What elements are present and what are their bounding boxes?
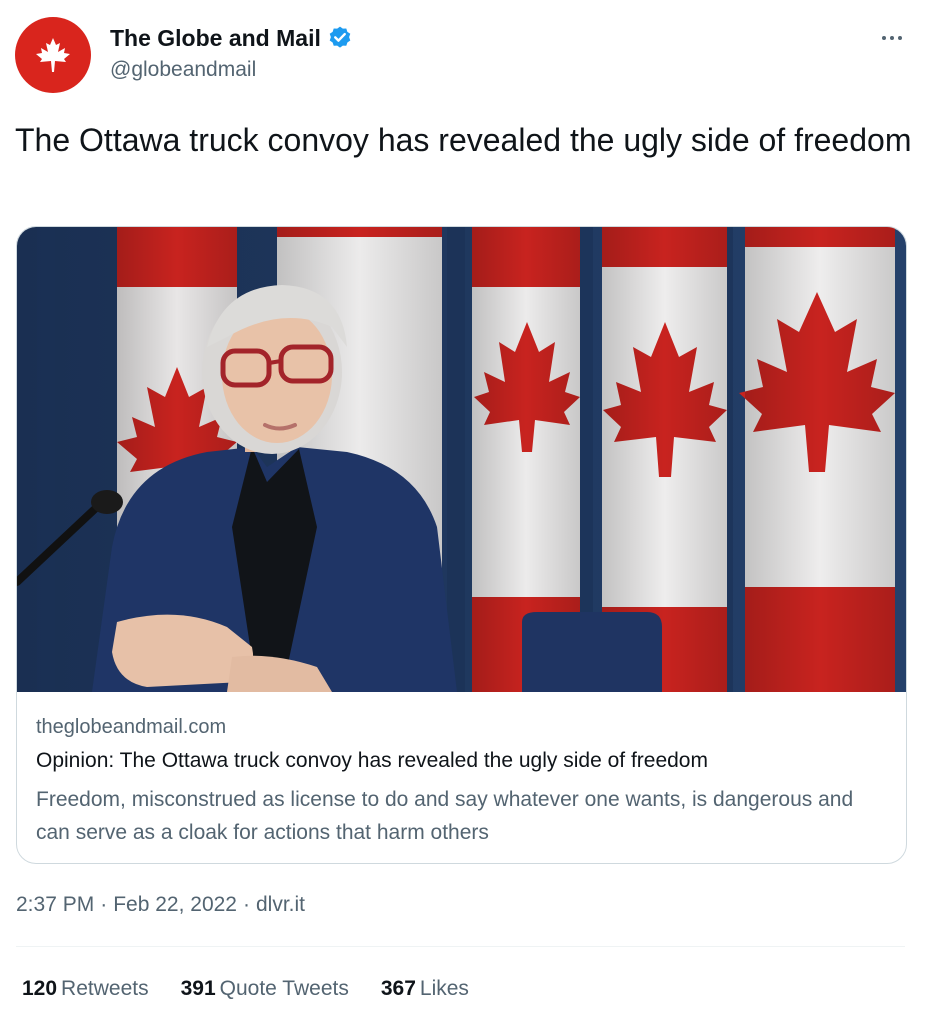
author-name-row[interactable]: The Globe and Mail	[110, 24, 353, 52]
card-domain: theglobeandmail.com	[36, 716, 227, 738]
engagement-stats: 120 Retweets 391 Quote Tweets 367 Likes	[22, 973, 469, 1005]
quote-tweets-stat[interactable]: 391 Quote Tweets	[181, 973, 349, 1005]
author-handle[interactable]: @globeandmail	[110, 56, 256, 84]
retweets-stat[interactable]: 120 Retweets	[22, 973, 149, 1005]
retweets-count: 120	[22, 977, 58, 1000]
likes-count: 367	[380, 977, 416, 1000]
card-description: Freedom, misconstrued as license to do a…	[36, 788, 854, 844]
likes-label: Likes	[419, 977, 469, 1000]
likes-stat[interactable]: 367 Likes	[381, 973, 469, 1005]
quote-tweets-count: 391	[180, 977, 216, 1000]
tweet-time[interactable]: 2:37 PM	[16, 890, 94, 920]
ellipsis-icon	[882, 36, 902, 40]
quote-tweets-label: Quote Tweets	[219, 977, 349, 1000]
tweet-meta: 2:37 PM · Feb 22, 2022 · dlvr.it	[16, 890, 305, 920]
author-display-name[interactable]: The Globe and Mail	[110, 24, 321, 52]
meta-separator: ·	[100, 893, 108, 916]
meta-separator: ·	[242, 893, 250, 916]
tweet-text: The Ottawa truck convoy has revealed the…	[15, 122, 912, 158]
retweets-label: Retweets	[61, 977, 149, 1000]
divider	[16, 946, 905, 947]
more-options-button[interactable]	[872, 24, 912, 52]
flag-5	[739, 227, 895, 692]
maple-leaf-icon	[36, 38, 70, 72]
link-card[interactable]: theglobeandmail.com Opinion: The Ottawa …	[16, 226, 907, 864]
verified-badge-icon	[329, 26, 351, 48]
card-image	[17, 227, 906, 692]
card-title: Opinion: The Ottawa truck convoy has rev…	[36, 749, 708, 772]
tweet-date[interactable]: Feb 22, 2022	[113, 890, 237, 920]
tweet-source[interactable]: dlvr.it	[256, 890, 305, 920]
avatar[interactable]	[15, 17, 91, 93]
